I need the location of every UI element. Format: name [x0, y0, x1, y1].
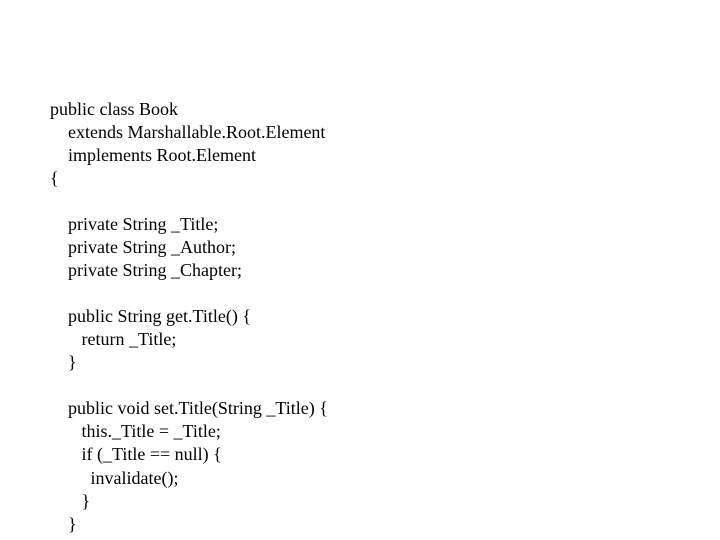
code-block: public class Book extends Marshallable.R…	[50, 98, 328, 536]
